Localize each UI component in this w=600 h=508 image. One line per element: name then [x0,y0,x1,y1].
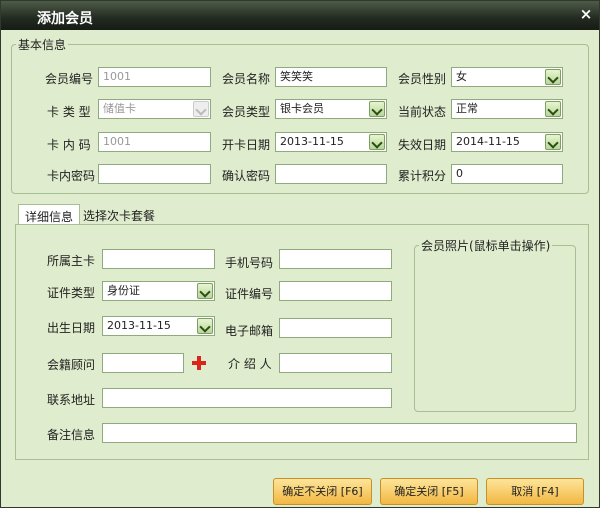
phone-label: 手机号码 [225,256,274,270]
member-name-label: 会员名称 [222,72,271,86]
referrer-label: 介 绍 人 [228,357,272,371]
birth-date-picker[interactable]: 2013-11-15 [102,316,215,336]
chevron-down-icon[interactable] [197,318,213,334]
card-type-label: 卡 类 型 [47,105,91,119]
expire-date-picker[interactable]: 2014-11-15 [451,132,563,152]
chevron-down-icon[interactable] [193,101,209,117]
remark-field[interactable] [102,423,577,443]
photo-legend: 会员照片(鼠标单击操作) [421,239,551,253]
address-label: 联系地址 [47,393,96,407]
member-type-select[interactable]: 银卡会员 [275,99,387,119]
birth-date-value: 2013-11-15 [107,319,171,332]
add-member-dialog: 添加会员 × 基本信息 会员编号 1001 会员名称 笑笑笑 会员性别 女 卡 … [0,0,600,508]
email-field[interactable] [279,318,392,338]
gender-select[interactable]: 女 [451,67,563,87]
id-no-label: 证件编号 [225,287,274,301]
points-label: 累计积分 [398,169,447,183]
gender-label: 会员性别 [398,72,447,86]
open-date-value: 2013-11-15 [280,135,344,148]
chevron-down-icon[interactable] [197,283,213,299]
title-bar[interactable]: 添加会员 × [1,1,599,30]
email-label: 电子邮箱 [225,324,274,338]
confirm-password-label: 确认密码 [222,169,271,183]
member-type-value: 银卡会员 [280,102,324,115]
remark-label: 备注信息 [47,428,96,442]
advisor-label: 会籍顾问 [47,358,96,372]
open-date-picker[interactable]: 2013-11-15 [275,132,387,152]
confirm-password-field[interactable] [275,164,387,184]
advisor-field[interactable] [102,353,184,373]
gender-value: 女 [456,70,467,83]
status-select[interactable]: 正常 [451,99,563,119]
address-field[interactable] [102,388,392,408]
status-label: 当前状态 [398,105,447,119]
member-name-field[interactable]: 笑笑笑 [275,67,387,87]
referrer-field[interactable] [279,353,392,373]
chevron-down-icon[interactable] [545,134,561,150]
expire-date-value: 2014-11-15 [456,135,520,148]
main-card-label: 所属主卡 [47,254,96,268]
plus-icon[interactable] [192,356,206,370]
card-code-label: 卡 内 码 [47,138,91,152]
confirm-keep-open-button[interactable]: 确定不关闭 [F6] [273,478,372,505]
close-icon[interactable]: × [578,6,594,22]
chevron-down-icon[interactable] [369,134,385,150]
chevron-down-icon[interactable] [545,101,561,117]
card-password-label: 卡内密码 [47,169,96,183]
tab-detail-info[interactable]: 详细信息 [18,204,81,224]
card-code-field[interactable]: 1001 [98,132,211,152]
expire-date-label: 失效日期 [398,138,447,152]
photo-group[interactable]: 会员照片(鼠标单击操作) [414,237,576,412]
open-date-label: 开卡日期 [222,138,271,152]
chevron-down-icon[interactable] [369,101,385,117]
status-value: 正常 [456,102,478,115]
chevron-down-icon[interactable] [545,69,561,85]
confirm-close-button[interactable]: 确定关闭 [F5] [380,478,478,505]
id-type-value: 身份证 [107,284,140,297]
window-title: 添加会员 [37,11,93,27]
member-type-label: 会员类型 [222,105,271,119]
id-type-label: 证件类型 [47,286,96,300]
card-type-value: 储值卡 [103,102,136,115]
main-card-field[interactable] [102,249,215,269]
points-field[interactable]: 0 [451,164,563,184]
birth-date-label: 出生日期 [47,321,96,335]
id-no-field[interactable] [279,281,392,301]
card-type-select[interactable]: 储值卡 [98,99,211,119]
id-type-select[interactable]: 身份证 [102,281,215,301]
member-no-field[interactable]: 1001 [98,67,211,87]
basic-info-legend: 基本信息 [18,38,67,52]
member-no-label: 会员编号 [45,72,94,86]
phone-field[interactable] [279,249,392,269]
card-password-field[interactable] [98,164,211,184]
tab-select-package[interactable]: 选择次卡套餐 [77,204,161,224]
cancel-button[interactable]: 取消 [F4] [486,478,584,505]
